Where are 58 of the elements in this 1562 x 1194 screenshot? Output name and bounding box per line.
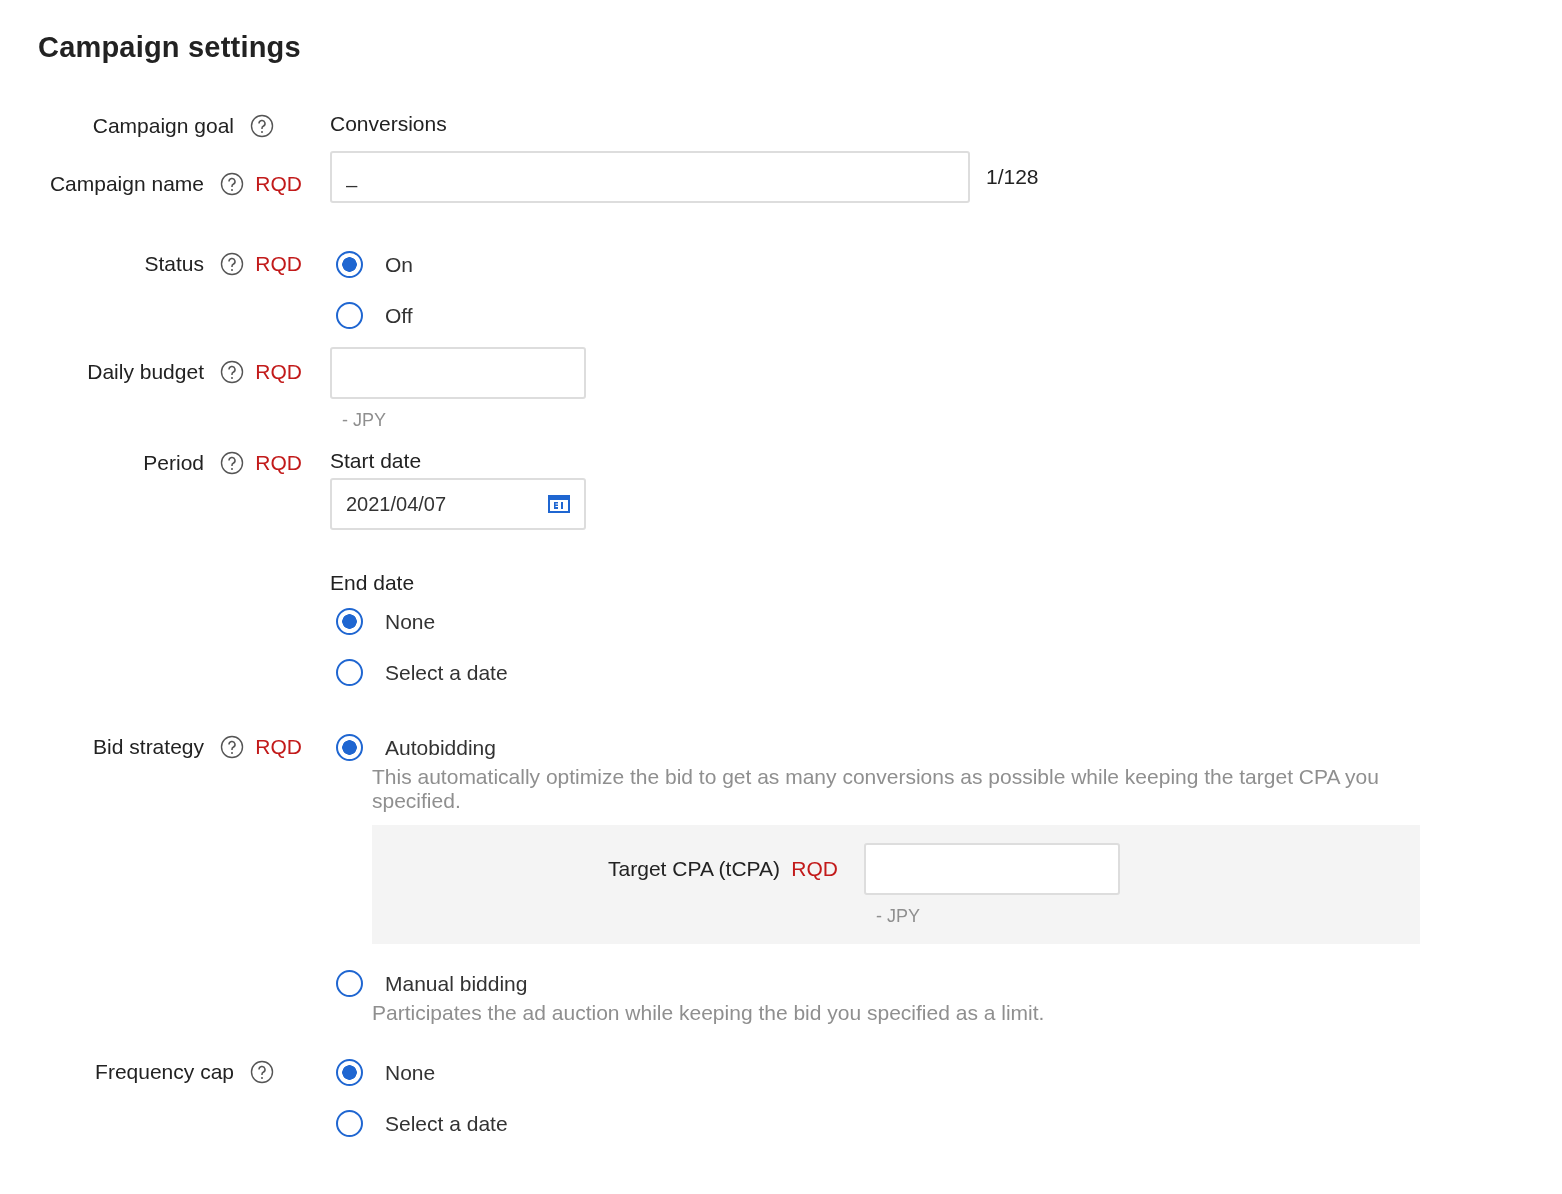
option-description: Participates the ad auction while keeping the bid you specified as a limit. <box>372 1001 1046 1026</box>
help-icon[interactable] <box>220 735 244 760</box>
radio-button[interactable] <box>336 659 363 687</box>
field-label: Target CPA (tCPA) <box>608 856 780 883</box>
help-icon[interactable] <box>220 171 244 196</box>
option-description: This automatically optimize the bid to get as many conversions as possible while keeping the target CPA you specified. <box>372 765 1380 814</box>
input-field[interactable] <box>864 843 1120 896</box>
calendar-icon[interactable] <box>548 495 570 514</box>
start-date-label: Start date <box>330 448 423 475</box>
field-label: Daily budget <box>87 358 204 385</box>
required-label: RQD <box>254 170 302 197</box>
radio-button[interactable] <box>336 250 363 278</box>
radio-label: Manual bidding <box>385 971 528 998</box>
field-label: Period <box>143 450 204 477</box>
radio-label: None <box>385 1060 436 1087</box>
radio-label: Select a date <box>385 660 508 687</box>
field-label: Frequency cap <box>95 1059 234 1086</box>
radio-button[interactable] <box>336 301 363 329</box>
currency-suffix: - JPY <box>342 409 387 433</box>
help-icon[interactable] <box>250 1060 274 1085</box>
help-icon[interactable] <box>220 451 244 476</box>
radio-label: None <box>385 609 436 636</box>
date-field[interactable]: 2021/04/07 <box>330 478 586 531</box>
field-label: Campaign goal <box>92 112 234 139</box>
radio-label: On <box>385 251 413 278</box>
input-field[interactable] <box>330 347 586 400</box>
required-label: RQD <box>254 250 302 277</box>
field-label: Status <box>144 250 204 277</box>
radio-button[interactable] <box>336 608 363 636</box>
end-date-label: End date <box>330 570 416 597</box>
radio-option[interactable]: On <box>330 238 413 290</box>
field-label: Campaign name <box>49 170 204 197</box>
radio-button[interactable] <box>336 1059 363 1087</box>
required-label: RQD <box>790 856 838 883</box>
radio-option[interactable]: Select a date <box>330 647 508 699</box>
field-label: Bid strategy <box>93 734 204 761</box>
page-title: Campaign settings <box>38 30 302 65</box>
character-counter: 1/128 <box>986 164 1039 191</box>
required-label: RQD <box>254 734 302 761</box>
radio-option[interactable]: None <box>330 596 436 648</box>
radio-label: Off <box>385 302 413 329</box>
input-field[interactable]: _ <box>330 150 970 203</box>
radio-button[interactable] <box>336 970 363 998</box>
help-icon[interactable] <box>220 359 244 384</box>
required-label: RQD <box>254 358 302 385</box>
currency-suffix: - JPY <box>876 905 921 929</box>
required-label: RQD <box>254 450 302 477</box>
radio-option[interactable]: Select a date <box>330 1098 508 1150</box>
field-value: Conversions <box>330 110 448 137</box>
radio-option[interactable]: Off <box>330 289 413 341</box>
help-icon[interactable] <box>220 251 244 276</box>
radio-label: Select a date <box>385 1111 508 1138</box>
date-value: 2021/04/07 <box>346 492 447 518</box>
radio-button[interactable] <box>336 734 363 762</box>
radio-button[interactable] <box>336 1110 363 1138</box>
help-icon[interactable] <box>250 113 274 138</box>
radio-label: Autobidding <box>385 735 496 762</box>
radio-option[interactable]: None <box>330 1047 436 1099</box>
